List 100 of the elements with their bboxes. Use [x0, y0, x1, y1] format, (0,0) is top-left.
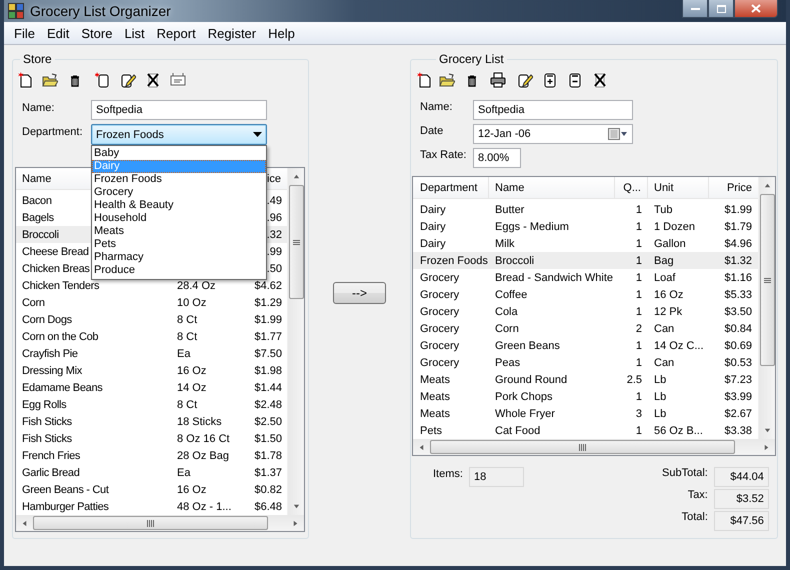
horizontal-scrollbar[interactable]	[413, 439, 775, 455]
list-row[interactable]: Chicken Tenders 28.4 Oz $4.62	[16, 277, 287, 294]
edit-can-icon[interactable]	[517, 72, 533, 88]
add-can-icon[interactable]	[542, 72, 558, 88]
scrollbar-thumb[interactable]	[33, 516, 268, 530]
list-row[interactable]: Pets Cat Food 1 56 Oz B... $3.38	[413, 422, 758, 439]
menu-item[interactable]: Edit	[40, 26, 76, 40]
list-row[interactable]: Grocery Corn 2 Can $0.84	[413, 320, 758, 337]
scroll-right-icon[interactable]	[292, 520, 299, 526]
list-row[interactable]: Edamame Beans 14 Oz $1.44	[16, 379, 287, 396]
dropdown-option[interactable]: Produce	[92, 264, 266, 277]
column-header[interactable]: Unit	[648, 177, 709, 198]
list-row[interactable]: Hamburger Patties 48 Oz - 1... $6.48	[16, 498, 287, 515]
column-header[interactable]: Name	[489, 177, 615, 198]
menu-item[interactable]: Store	[75, 26, 118, 40]
new-document-icon[interactable]	[18, 72, 34, 88]
vertical-scrollbar[interactable]	[287, 168, 304, 515]
list-row[interactable]: Grocery Peas 1 Can $0.53	[413, 354, 758, 371]
item-unit: 8 Ct	[176, 398, 198, 412]
scroll-up-icon[interactable]	[764, 182, 770, 189]
item-unit: 8 Ct	[176, 330, 198, 344]
list-row[interactable]: Grocery Cola 1 12 Pk $3.50	[413, 303, 758, 320]
vertical-scrollbar[interactable]	[758, 177, 775, 439]
item-name: Butter	[494, 202, 526, 216]
list-row[interactable]: Green Beans - Cut 16 Oz $0.82	[16, 481, 287, 498]
item-quantity: 2	[634, 322, 643, 336]
menu-item[interactable]: File	[8, 26, 41, 40]
item-department: Grocery	[419, 356, 460, 370]
close-button[interactable]	[734, 0, 778, 18]
menu-item[interactable]: Register	[202, 26, 262, 40]
scrollbar-thumb[interactable]	[288, 185, 304, 299]
field-label: Tax Rate:	[420, 148, 468, 161]
maximize-button[interactable]	[708, 0, 734, 18]
printer-icon[interactable]	[490, 72, 506, 88]
list-row[interactable]: Egg Rolls 8 Ct $2.48	[16, 396, 287, 413]
scrollbar-thumb[interactable]	[760, 194, 774, 366]
scroll-left-icon[interactable]	[418, 444, 425, 450]
new-document-icon[interactable]	[417, 72, 433, 88]
grocery-list[interactable]	[412, 176, 776, 456]
list-row[interactable]: French Fries 28 Oz Bag $1.78	[16, 447, 287, 464]
minimize-button[interactable]	[682, 0, 708, 18]
list-row[interactable]: Dairy Butter 1 Tub $1.99	[413, 201, 758, 218]
list-row[interactable]: Meats Whole Fryer 3 Lb $2.67	[413, 405, 758, 422]
menu-item[interactable]: Help	[262, 26, 301, 40]
scroll-left-icon[interactable]	[21, 520, 28, 526]
list-row[interactable]: Dairy Eggs - Medium 1 1 Dozen $1.79	[413, 218, 758, 235]
edit-can-icon[interactable]	[120, 72, 136, 88]
list-row[interactable]: Corn 10 Oz $1.29	[16, 294, 287, 311]
list-row[interactable]: Dairy Milk 1 Gallon $4.96	[413, 235, 758, 252]
list-row[interactable]: Grocery Coffee 1 16 Oz $5.33	[413, 286, 758, 303]
list-row[interactable]: Fish Sticks 18 Sticks $2.50	[16, 413, 287, 430]
list-row[interactable]: Grocery Bread - Sandwich White 1 Loaf $1.16	[413, 269, 758, 286]
list-row[interactable]: Meats Ground Round 2.5 Lb $7.23	[413, 371, 758, 388]
item-name: Pork Chops	[494, 390, 554, 404]
scrollbar-thumb[interactable]	[430, 440, 735, 454]
remove-can-icon[interactable]	[567, 72, 583, 88]
item-price: $1.32	[723, 254, 753, 268]
list-row[interactable]: Fish Sticks 8 Oz 16 Ct $1.50	[16, 430, 287, 447]
dropdown-option[interactable]: Frozen Foods	[92, 173, 266, 186]
dropdown-option[interactable]: Pharmacy	[92, 251, 266, 264]
menu-item[interactable]: Report	[150, 26, 202, 40]
list-row[interactable]: Garlic Bread Ea $1.37	[16, 464, 287, 481]
dropdown-option[interactable]: Grocery	[92, 186, 266, 199]
column-header[interactable]: Name	[16, 168, 58, 189]
calendar-icon[interactable]	[608, 128, 628, 140]
delete-icon[interactable]	[592, 72, 608, 88]
transfer-button[interactable]: -->	[333, 282, 386, 304]
tax-rate-field[interactable]: 8.00%	[473, 148, 521, 168]
name-field[interactable]: Softpedia	[91, 100, 267, 120]
list-row[interactable]: Frozen Foods Broccoli 1 Bag $1.32	[413, 252, 758, 269]
department-icon[interactable]	[170, 72, 186, 88]
list-row[interactable]: Corn on the Cob 8 Ct $1.77	[16, 328, 287, 345]
dropdown-option[interactable]: Meats	[92, 225, 266, 238]
new-can-icon[interactable]	[95, 72, 111, 88]
horizontal-scrollbar[interactable]	[16, 515, 304, 531]
scroll-right-icon[interactable]	[763, 444, 770, 450]
dropdown-option[interactable]: Health & Beauty	[92, 199, 266, 212]
dropdown-option[interactable]: Baby	[92, 147, 266, 160]
list-row[interactable]: Grocery Green Beans 1 14 Oz C... $0.69	[413, 337, 758, 354]
list-row[interactable]: Dressing Mix 16 Oz $1.98	[16, 362, 287, 379]
column-header[interactable]: Department	[413, 177, 489, 198]
dropdown-option[interactable]: Household	[92, 212, 266, 225]
item-quantity: 1	[634, 424, 643, 438]
column-header[interactable]: Q...	[615, 177, 648, 198]
list-row[interactable]: Corn Dogs 8 Ct $1.99	[16, 311, 287, 328]
open-folder-icon[interactable]	[439, 72, 455, 88]
open-folder-icon[interactable]	[42, 72, 58, 88]
dropdown-option[interactable]: Pets	[92, 238, 266, 251]
scroll-down-icon[interactable]	[292, 503, 300, 510]
field-label: Department:	[22, 125, 84, 138]
column-header[interactable]: Price	[709, 177, 758, 198]
delete-icon[interactable]	[145, 72, 161, 88]
list-row[interactable]: Crayfish Pie Ea $7.50	[16, 345, 287, 362]
scroll-up-icon[interactable]	[292, 173, 300, 180]
list-row[interactable]: Meats Pork Chops 1 Lb $3.99	[413, 388, 758, 405]
name-field[interactable]: Softpedia	[473, 100, 633, 120]
menu-item[interactable]: List	[118, 26, 151, 40]
scroll-down-icon[interactable]	[764, 427, 770, 434]
date-field[interactable]: 12-Jan -06	[473, 124, 633, 144]
item-unit: Can	[653, 322, 676, 336]
